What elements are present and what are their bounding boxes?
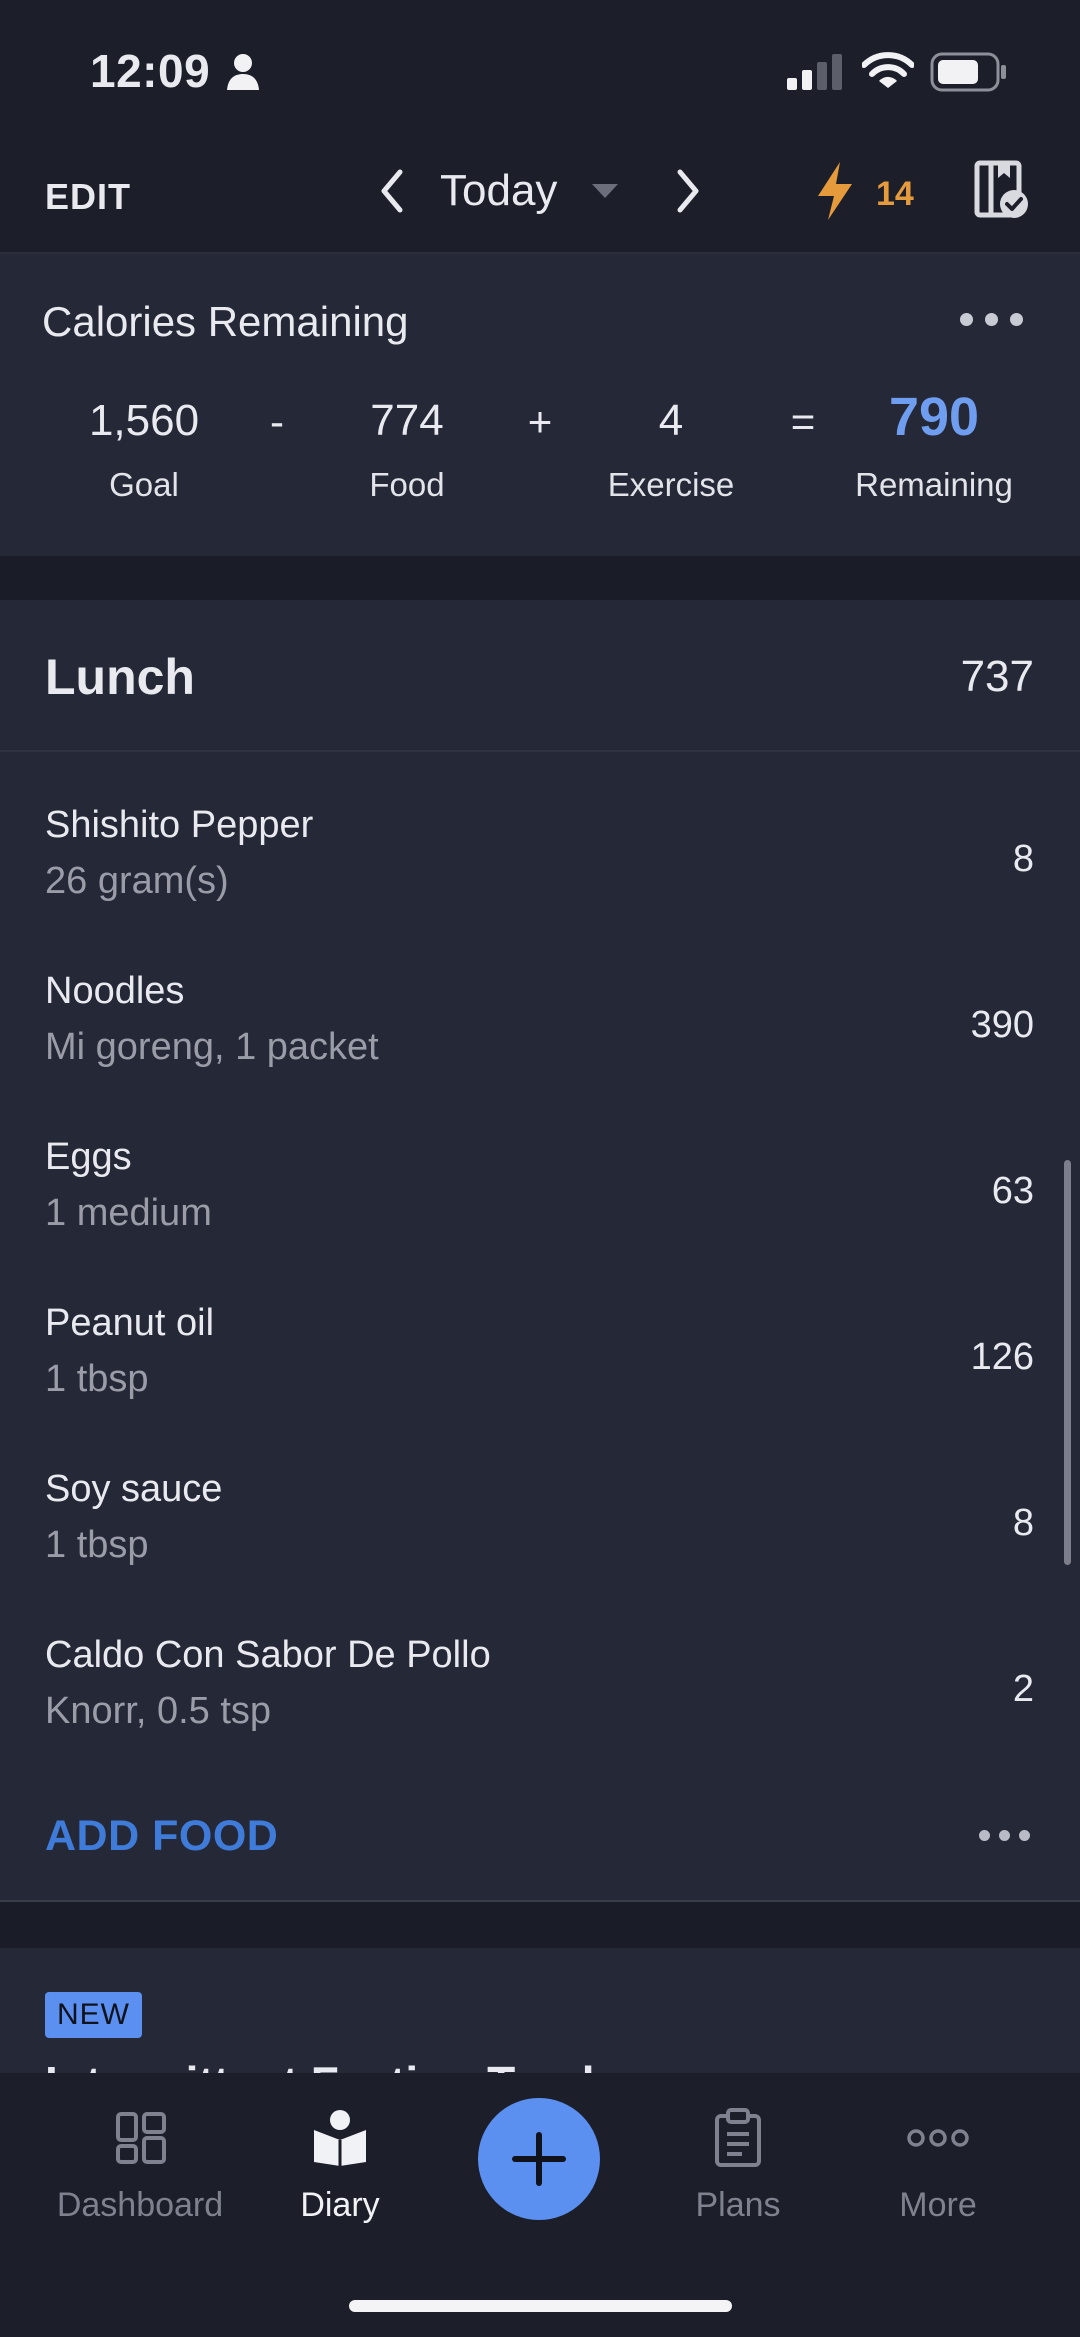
divider <box>0 750 1080 752</box>
battery-icon <box>930 52 1006 92</box>
food-item-calories: 8 <box>1012 1502 1034 1544</box>
remaining-label: Remaining <box>855 466 1013 503</box>
food-item-calories: 390 <box>970 1004 1034 1046</box>
lunch-title[interactable]: Lunch <box>45 648 195 706</box>
date-selector[interactable]: Today <box>440 166 557 216</box>
food-item-detail: 1 tbsp <box>45 1524 149 1566</box>
add-food-button[interactable]: ADD FOOD <box>45 1812 278 1861</box>
goal-value: 1,560 <box>88 396 200 445</box>
lunch-total-calories: 737 <box>960 652 1034 701</box>
food-item-calories: 63 <box>991 1170 1034 1212</box>
status-time: 12:09 <box>90 45 211 97</box>
food-item-calories: 126 <box>970 1336 1034 1378</box>
food-item-name: Peanut oil <box>45 1302 215 1344</box>
food-item-detail: Knorr, 0.5 tsp <box>45 1690 272 1732</box>
food-label: Food <box>369 466 445 503</box>
food-item-name: Eggs <box>45 1136 132 1178</box>
calories-more-icon[interactable] <box>960 313 1023 326</box>
lunch-more-icon[interactable] <box>979 1830 1030 1841</box>
tab-plans[interactable]: Plans <box>628 2186 848 2225</box>
diary-book-icon[interactable] <box>312 2108 368 2166</box>
food-log-check-icon[interactable] <box>974 160 1030 220</box>
plus-icon <box>512 2132 566 2186</box>
dashboard-grid-icon[interactable] <box>116 2112 166 2164</box>
divider <box>0 1900 1080 1902</box>
streak-count[interactable]: 14 <box>876 175 914 214</box>
food-item-detail: 1 medium <box>45 1192 212 1234</box>
food-item-name: Shishito Pepper <box>45 804 314 846</box>
exercise-value: 4 <box>658 396 684 445</box>
food-item-name: Noodles <box>45 970 185 1012</box>
plus-operator: + <box>527 398 553 445</box>
food-item-name: Soy sauce <box>45 1468 223 1510</box>
remaining-value: 790 <box>888 387 980 447</box>
exercise-label: Exercise <box>607 466 735 503</box>
edit-button[interactable]: EDIT <box>45 176 131 218</box>
goal-label: Goal <box>109 466 179 503</box>
lightning-streak-icon[interactable] <box>812 160 858 222</box>
food-item-detail: 26 gram(s) <box>45 860 229 902</box>
tab-dashboard[interactable]: Dashboard <box>30 2186 250 2225</box>
cellular-signal-icon <box>787 54 842 90</box>
chevron-right-icon[interactable] <box>674 168 702 214</box>
home-indicator[interactable] <box>349 2300 732 2312</box>
minus-operator: - <box>270 398 284 445</box>
chevron-left-icon[interactable] <box>378 168 406 214</box>
equals-operator: = <box>790 398 816 445</box>
food-item-name: Caldo Con Sabor De Pollo <box>45 1634 491 1676</box>
promo-card[interactable]: NEW Intermittent Fasting Tracker <box>0 1948 1080 2078</box>
food-item-calories: 2 <box>1012 1668 1034 1710</box>
food-item-detail: Mi goreng, 1 packet <box>45 1026 379 1068</box>
food-item-calories: 8 <box>1012 838 1034 880</box>
more-dots-icon[interactable] <box>906 2128 970 2148</box>
wifi-icon <box>862 52 914 88</box>
caret-down-icon[interactable] <box>590 182 620 200</box>
clipboard-icon[interactable] <box>714 2108 762 2168</box>
tab-more[interactable]: More <box>828 2186 1048 2225</box>
tab-diary[interactable]: Diary <box>230 2186 450 2225</box>
person-icon <box>227 54 259 90</box>
scrollbar[interactable] <box>1064 1160 1071 1565</box>
calories-title: Calories Remaining <box>42 298 409 345</box>
food-value: 774 <box>370 396 444 445</box>
new-badge: NEW <box>45 1992 142 2038</box>
food-item-detail: 1 tbsp <box>45 1358 149 1400</box>
